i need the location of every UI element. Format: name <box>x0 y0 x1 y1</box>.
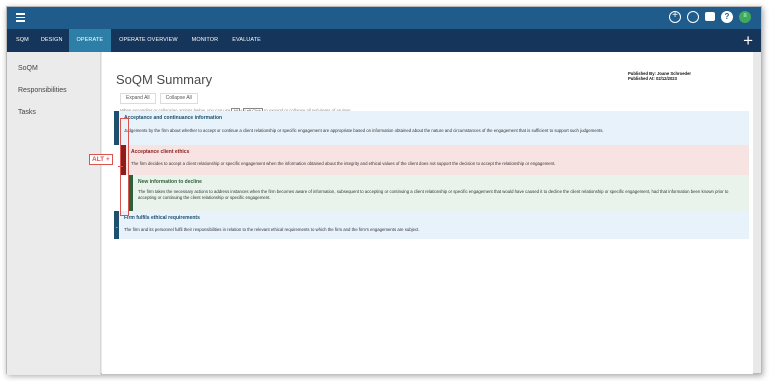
requirement-title: Acceptance and continuance information <box>124 115 223 121</box>
chat-icon[interactable] <box>687 11 699 23</box>
chevron-down-icon[interactable]: ⌄ <box>115 160 118 164</box>
requirement-new-information[interactable]: New information to decline The firm take… <box>128 175 749 211</box>
expand-all-button[interactable]: Expand All <box>120 93 156 104</box>
sidebar-item-responsibilities[interactable]: Responsibilities <box>18 87 67 94</box>
app-window: + ? ≡ SQM DESIGN OPERATE OPERATE OVERVIE… <box>6 6 762 375</box>
top-bar: + ? ≡ <box>7 7 761 29</box>
tab-operate[interactable]: OPERATE <box>68 29 112 52</box>
requirement-title: Firm fulfils ethical requirements <box>124 215 200 221</box>
requirement-acceptance-continuance[interactable]: Acceptance and continuance information J… <box>114 111 749 145</box>
sidebar-item-tasks[interactable]: Tasks <box>18 109 36 116</box>
user-avatar-icon[interactable]: ≡ <box>739 11 751 23</box>
tab-operate-overview[interactable]: OPERATE OVERVIEW <box>111 29 184 52</box>
sidebar-item-soqm[interactable]: SoQM <box>18 65 38 72</box>
requirement-description: The firm decides to accept a client rela… <box>131 161 556 166</box>
requirement-acceptance-client-ethics[interactable]: Acceptance client ethics The firm decide… <box>121 145 749 175</box>
requirement-ethical-requirements[interactable]: Firm fulfils ethical requirements The fi… <box>114 211 749 239</box>
callout-connector <box>118 166 123 167</box>
chevron-down-icon[interactable]: ⌄ <box>115 225 118 229</box>
tab-sqm[interactable]: SQM <box>13 29 35 52</box>
requirement-bar <box>114 111 119 145</box>
add-button[interactable]: + <box>743 32 753 49</box>
tab-design[interactable]: DESIGN <box>35 29 69 52</box>
alt-callout-label: ALT + <box>89 154 113 165</box>
requirement-title: New information to decline <box>138 179 202 185</box>
sidebar: SoQM Responsibilities Tasks <box>7 52 101 375</box>
nav-bar: SQM DESIGN OPERATE OPERATE OVERVIEW MONI… <box>7 29 761 52</box>
published-at: Published At: 02/12/2023 <box>628 76 677 81</box>
page-title: SoQM Summary <box>116 72 213 87</box>
hamburger-menu-icon[interactable] <box>16 13 25 22</box>
help-icon[interactable]: ? <box>721 11 733 23</box>
add-circle-icon[interactable]: + <box>669 11 681 23</box>
expand-collapse-controls: Expand All Collapse All <box>120 93 198 104</box>
tab-evaluate[interactable]: EVALUATE <box>224 29 267 52</box>
top-icons: + ? ≡ <box>669 11 751 23</box>
publish-info: Published By: Joane Schroeder Published … <box>628 71 691 81</box>
focus-highlight <box>120 118 129 216</box>
collapse-all-button[interactable]: Collapse All <box>159 93 198 104</box>
requirement-description: Judgements by the firm about whether to … <box>124 128 604 133</box>
requirement-title: Acceptance client ethics <box>131 149 190 155</box>
message-icon[interactable] <box>705 12 715 21</box>
requirement-description: The firm takes the necessary actions to … <box>138 189 729 201</box>
requirement-description: The firm and its personnel fulfil their … <box>124 227 420 232</box>
tab-monitor[interactable]: MONITOR <box>184 29 225 52</box>
